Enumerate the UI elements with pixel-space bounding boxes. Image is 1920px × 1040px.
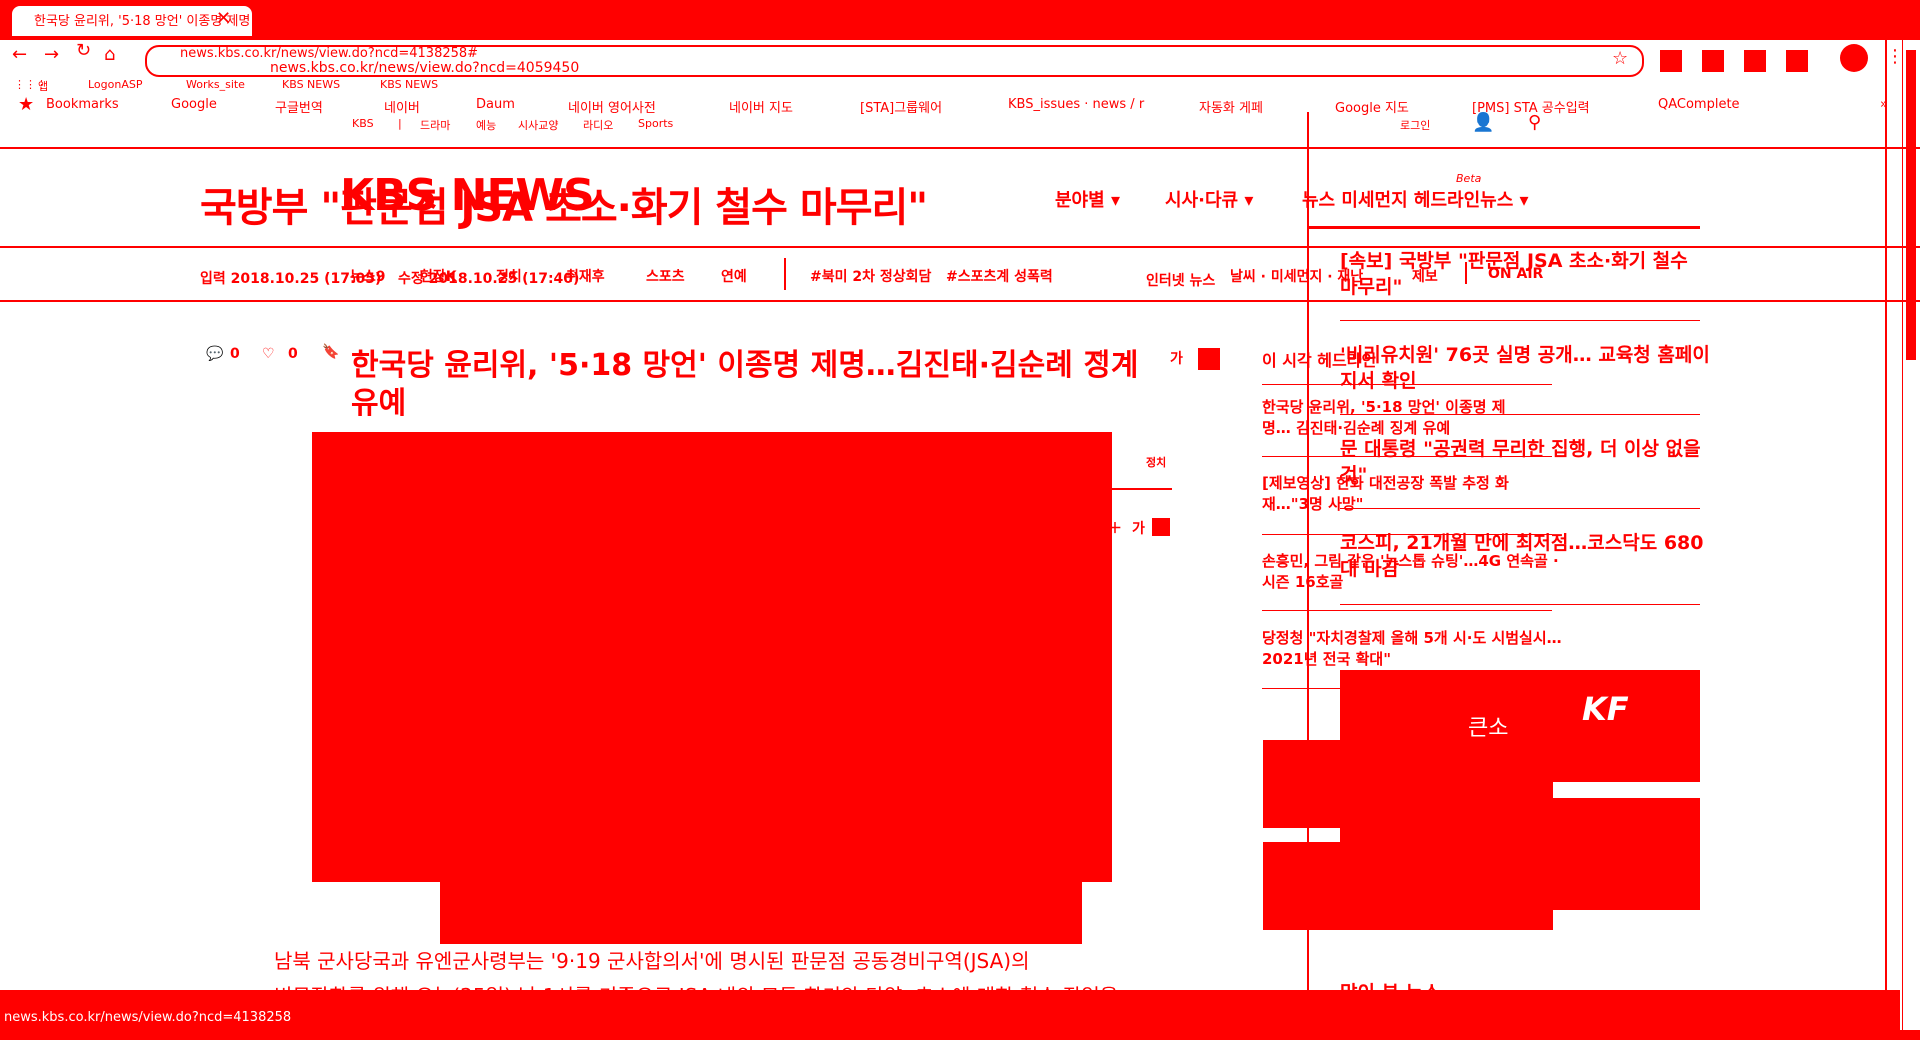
subnav-item[interactable]: 정치 xyxy=(496,266,522,286)
article-photo-strip xyxy=(440,882,1082,944)
divider xyxy=(1340,508,1700,509)
reload-icon[interactable]: ↻ xyxy=(76,40,91,61)
forward-icon[interactable]: → xyxy=(44,44,59,65)
bookmark-item[interactable]: Google 지도 xyxy=(1335,97,1409,116)
bookmark-item[interactable]: 네이버 영어사전 xyxy=(568,97,656,116)
bookmark-item[interactable]: Daum xyxy=(476,97,515,112)
article-body-line: 남북 군사당국과 유엔군사령부는 '9·19 군사합의서'에 명시된 판문점 공… xyxy=(274,949,1030,973)
subnav-item[interactable]: 연예 xyxy=(721,266,747,286)
url-text: news.kbs.co.kr/news/view.do?ncd=4138258# xyxy=(180,46,479,61)
nav-item[interactable]: 분야별 ▾ xyxy=(1055,186,1120,212)
font-decrease-button[interactable] xyxy=(1152,518,1170,536)
bookmark-item[interactable]: LogonASP xyxy=(88,78,143,91)
headline-item[interactable]: 한국당 윤리위, '5·18 망언' 이종명 제명… 김진태·김순례 징계 유예 xyxy=(1262,397,1532,439)
hashtag-link[interactable]: #북미 2차 정상회담 xyxy=(810,266,931,286)
profile-avatar[interactable] xyxy=(1840,44,1868,72)
divider xyxy=(784,258,786,290)
bookmark-item[interactable]: 네이버 xyxy=(384,97,420,116)
divider xyxy=(1340,414,1700,415)
user-icon[interactable]: 👤 xyxy=(1472,112,1494,133)
close-tab-icon[interactable]: ✕ xyxy=(216,8,231,29)
star-icon: ★ xyxy=(18,94,35,115)
font-increase-icon[interactable]: ＋ xyxy=(1094,346,1108,366)
nav-item[interactable]: 뉴스 미세먼지 헤드라인뉴스 ▾ xyxy=(1302,186,1529,212)
bookmark-star-icon[interactable]: ☆ xyxy=(1612,48,1628,69)
headline-item[interactable]: 당정청 "자치경찰제 올해 5개 시·도 시범실시…2021년 전국 확대" xyxy=(1262,628,1562,670)
ad-banner[interactable] xyxy=(1263,842,1553,930)
subnav-item[interactable]: 스포츠 xyxy=(646,266,685,286)
news-item[interactable]: '비리유치원' 76곳 실명 공개… 교육청 홈페이지서 확인 xyxy=(1340,342,1710,394)
kbs-link[interactable]: KBS xyxy=(352,117,374,130)
divider xyxy=(0,300,1920,302)
extension-icon[interactable] xyxy=(1660,50,1682,72)
hashtag-link[interactable]: #스포츠계 성폭력 xyxy=(946,266,1053,286)
separator: | xyxy=(398,117,402,130)
kbs-link[interactable]: 시사교양 xyxy=(518,117,558,133)
subnav-item[interactable]: 취재후 xyxy=(566,266,605,286)
divider xyxy=(0,147,1920,149)
status-url: news.kbs.co.kr/news/view.do?ncd=4138258 xyxy=(4,1010,292,1025)
news-item[interactable]: 문 대통령 "공권력 무리한 집행, 더 이상 없을 것" xyxy=(1340,436,1710,488)
font-size-label: 가 xyxy=(1170,351,1183,367)
divider xyxy=(1340,320,1700,321)
kbs-link[interactable]: 라디오 xyxy=(583,117,613,133)
bottom-strip xyxy=(0,1030,1920,1040)
comment-icon[interactable]: 💬 xyxy=(206,346,223,362)
kbs-link[interactable]: 드라마 xyxy=(420,117,450,133)
divider xyxy=(1112,488,1172,490)
back-icon[interactable]: ← xyxy=(12,44,27,65)
bookmark-item[interactable]: 앱 xyxy=(38,78,48,94)
bookmark-item[interactable]: QAComplete xyxy=(1658,97,1740,112)
bookmark-item[interactable]: 자동화 게페 xyxy=(1199,97,1263,116)
subnav-item[interactable]: 뉴스9 xyxy=(350,266,386,286)
bookmark-item[interactable]: [STA]그룹웨어 xyxy=(860,97,942,116)
bookmark-item[interactable]: KBS NEWS xyxy=(282,78,340,91)
nav-item[interactable]: 시사·다큐 ▾ xyxy=(1165,186,1253,212)
section-label: 정치 xyxy=(1146,456,1167,469)
kbs-news-logo[interactable]: KBS NEWS xyxy=(340,170,595,221)
url-text-secondary: news.kbs.co.kr/news/view.do?ncd=4059450 xyxy=(270,60,580,76)
subnav-item[interactable]: 현장K xyxy=(420,266,457,286)
tab-strip xyxy=(0,0,1920,40)
bookmark-item[interactable]: Works_site xyxy=(186,78,245,91)
beta-badge: Beta xyxy=(1456,172,1482,185)
font-increase-icon[interactable]: ＋ xyxy=(1108,518,1122,538)
breaking-news[interactable]: [속보] 국방부 "판문점 JSA 초소·화기 철수 마무리" xyxy=(1340,248,1710,300)
extension-icon[interactable] xyxy=(1744,50,1766,72)
subnav-right-item[interactable]: 인터넷 뉴스 xyxy=(1146,270,1215,290)
like-icon[interactable]: ♡ xyxy=(262,346,275,362)
bookmark-item[interactable]: KBS NEWS xyxy=(380,78,438,91)
article-title: 한국당 윤리위, '5·18 망언' 이종명 제명…김진태·김순례 징계 유예 xyxy=(351,348,1139,421)
ad-text: 큰소 xyxy=(1468,716,1509,741)
news-item[interactable]: 코스피, 21개월 만에 최저점…코스닥도 680대 마감 xyxy=(1340,530,1710,582)
bookmark-item[interactable]: Bookmarks xyxy=(46,97,119,112)
search-icon[interactable]: ⚲ xyxy=(1528,112,1541,133)
divider xyxy=(1262,610,1552,611)
extension-icon[interactable] xyxy=(1786,50,1808,72)
divider xyxy=(1885,40,1887,1030)
bookmark-item[interactable]: 구글번역 xyxy=(275,97,323,116)
login-link[interactable]: 로그인 xyxy=(1400,117,1430,133)
bookmark-item[interactable]: Google xyxy=(171,97,217,112)
bookmark-item[interactable]: KBS_issues · news / r xyxy=(1008,97,1144,112)
kbs-link[interactable]: 예능 xyxy=(476,117,496,133)
ad-brand-logo: KF xyxy=(1582,690,1629,728)
divider xyxy=(1340,604,1700,605)
comment-count: 0 xyxy=(230,346,240,362)
home-icon[interactable]: ⌂ xyxy=(104,44,115,65)
nav-underline xyxy=(1307,226,1700,229)
like-count: 0 xyxy=(288,346,298,362)
scrollbar-thumb[interactable] xyxy=(1906,50,1916,360)
article-photo xyxy=(312,432,1112,882)
extension-icon[interactable] xyxy=(1702,50,1724,72)
kbs-link[interactable]: Sports xyxy=(638,117,673,130)
bookmark-icon[interactable]: 🔖 xyxy=(322,344,339,360)
font-decrease-button[interactable] xyxy=(1198,348,1220,370)
bookmark-item[interactable]: 네이버 지도 xyxy=(729,97,793,116)
font-size-label: 가 xyxy=(1132,521,1145,537)
